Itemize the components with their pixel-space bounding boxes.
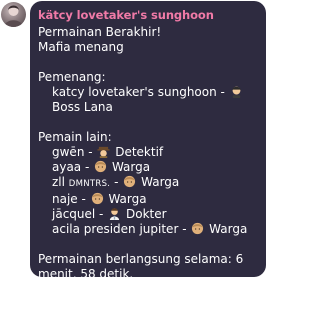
winner-team-line: Mafia menang — [38, 40, 124, 54]
winners-heading: Pemenang: — [38, 70, 106, 84]
winner-entry: katcy lovetaker's sunghoon - Boss Lana — [38, 85, 258, 115]
message-bubble: kätcy lovetaker's sunghoon Permainan Ber… — [30, 1, 266, 281]
duration-line: Permainan berlangsung selama: 6 menit, 5… — [38, 252, 244, 281]
sender-name[interactable]: kätcy lovetaker's sunghoon — [38, 7, 258, 23]
player-name-suffix: - — [110, 175, 123, 189]
game-over-line: Permainan Berakhir! — [38, 25, 162, 39]
player-name-prefix: zll — [52, 175, 69, 189]
player-role: Warga — [137, 175, 180, 189]
player-entry: jācquel - Dokter — [38, 207, 258, 222]
player-role: Warga — [104, 192, 147, 206]
player-name: acila presiden jupiter - — [52, 222, 191, 236]
player-entry: gwēn - Detektif — [38, 145, 258, 160]
player-entry: naje - Warga — [38, 192, 258, 207]
person-emoji-icon — [95, 160, 107, 173]
avatar-image — [4, 5, 23, 27]
person-emoji-icon — [124, 175, 136, 188]
player-name: naje - — [52, 192, 90, 206]
winner-name: katcy lovetaker's sunghoon - — [52, 85, 229, 99]
player-name: gwēn - — [52, 145, 97, 159]
doctor-emoji-icon — [110, 208, 120, 220]
player-name: ayaa - — [52, 160, 94, 174]
detective-emoji-icon — [97, 146, 110, 158]
player-role: Warga — [205, 222, 248, 236]
player-entry: acila presiden jupiter - Warga — [38, 222, 258, 237]
player-role: Detektif — [111, 145, 164, 159]
person-emoji-icon — [91, 192, 103, 205]
player-name: jācquel - — [52, 207, 108, 221]
person-emoji-icon — [192, 222, 204, 235]
players-heading: Pemain lain: — [38, 130, 112, 144]
boss-emoji-icon — [231, 86, 241, 98]
player-role: Dokter — [122, 207, 167, 221]
player-entry: zll DMNTRS. - Warga — [38, 175, 258, 192]
message-text: Permainan Berakhir! Mafia menang Pemenan… — [38, 25, 258, 282]
player-entry: ayaa - Warga — [38, 160, 258, 175]
winner-role: Boss Lana — [52, 100, 113, 114]
player-role: Warga — [108, 160, 151, 174]
player-name-smallcaps: DMNTRS. — [68, 179, 111, 189]
avatar[interactable] — [1, 2, 26, 27]
